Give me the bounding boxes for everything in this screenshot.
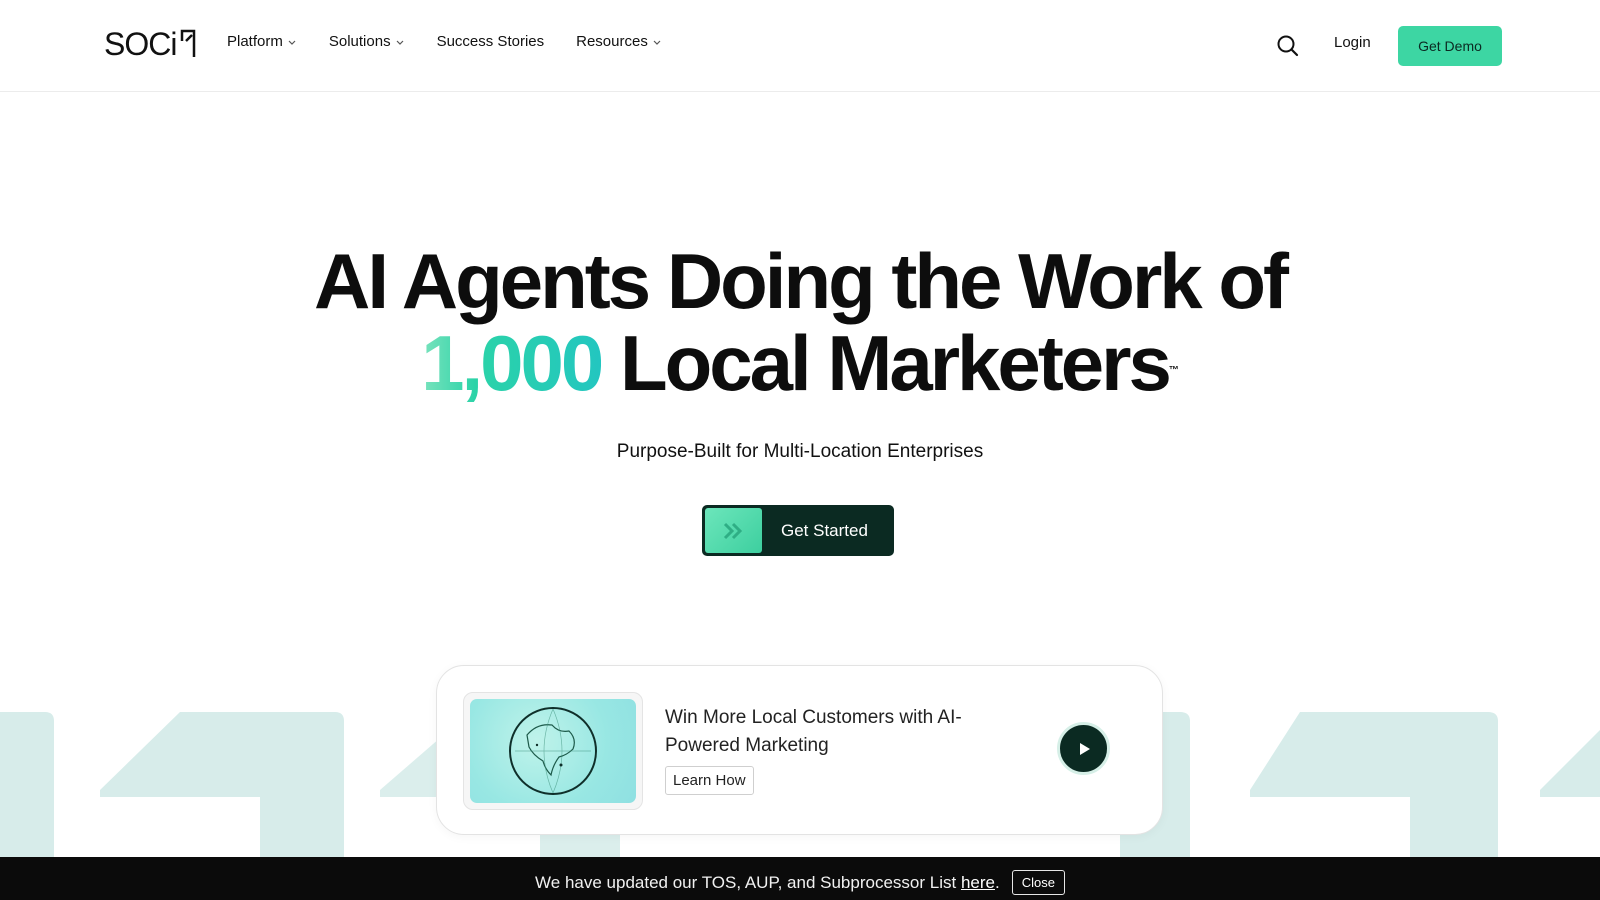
banner-text: We have updated our TOS, AUP, and Subpro… — [535, 873, 1000, 893]
promo-card-title: Win More Local Customers with AI-Powered… — [665, 707, 962, 756]
nav-item-success-stories[interactable]: Success Stories — [437, 33, 545, 50]
nav-item-platform[interactable]: Platform — [227, 33, 297, 50]
logo-text: SOCi — [104, 26, 177, 62]
trademark: ™ — [1168, 365, 1179, 376]
hero-title-line1: AI Agents Doing the Work of — [314, 237, 1289, 325]
nav-item-label: Success Stories — [436, 33, 545, 50]
play-button[interactable] — [1057, 722, 1110, 775]
nav-item-resources[interactable]: Resources — [576, 33, 662, 50]
search-icon[interactable] — [1275, 33, 1301, 59]
hero-subtitle: Purpose-Built for Multi-Location Enterpr… — [616, 441, 984, 462]
double-chevron-right-icon — [705, 508, 762, 553]
get-demo-button[interactable]: Get Demo — [1398, 26, 1502, 66]
banner-close-button[interactable]: Close — [1011, 870, 1065, 895]
play-icon — [1079, 742, 1090, 755]
policy-update-banner: We have updated our TOS, AUP, and Subpro… — [0, 857, 1600, 900]
logo-arrow-icon — [181, 29, 196, 57]
hero-title-rest: Local Marketers — [619, 319, 1172, 407]
globe-icon — [509, 707, 597, 795]
login-link[interactable]: Login — [1334, 34, 1371, 51]
chevron-down-icon — [653, 40, 661, 45]
nav-item-label: Solutions — [328, 33, 391, 50]
hero-title-line2: 1,000 Local Marketers™ — [0, 322, 1600, 404]
promo-card: Win More Local Customers with AI-Powered… — [436, 665, 1163, 835]
logo[interactable]: SOCi — [104, 27, 198, 61]
banner-text-end: . — [994, 872, 1000, 892]
nav-item-solutions[interactable]: Solutions — [329, 33, 405, 50]
hero: AI Agents Doing the Work of 1,000 Local … — [0, 240, 1600, 404]
banner-text-main: We have updated our TOS, AUP, and Subpro… — [535, 872, 961, 892]
site-header: SOCi Platform Solutions Success Stories … — [0, 0, 1600, 92]
get-started-button[interactable]: Get Started — [702, 505, 894, 556]
main-nav: Platform Solutions Success Stories Resou… — [227, 33, 694, 50]
thumbnail-image — [470, 699, 636, 803]
hero-title: AI Agents Doing the Work of 1,000 Local … — [0, 240, 1600, 404]
video-thumbnail[interactable] — [463, 692, 643, 810]
banner-here-link[interactable]: here — [961, 873, 995, 892]
nav-item-label: Platform — [227, 33, 283, 50]
chevron-down-icon — [396, 40, 404, 45]
nav-item-label: Resources — [576, 33, 648, 50]
chevron-down-icon — [288, 40, 296, 45]
hero-title-accent: 1,000 — [421, 319, 604, 407]
learn-how-button[interactable]: Learn How — [665, 766, 754, 795]
get-started-label: Get Started — [781, 520, 868, 540]
